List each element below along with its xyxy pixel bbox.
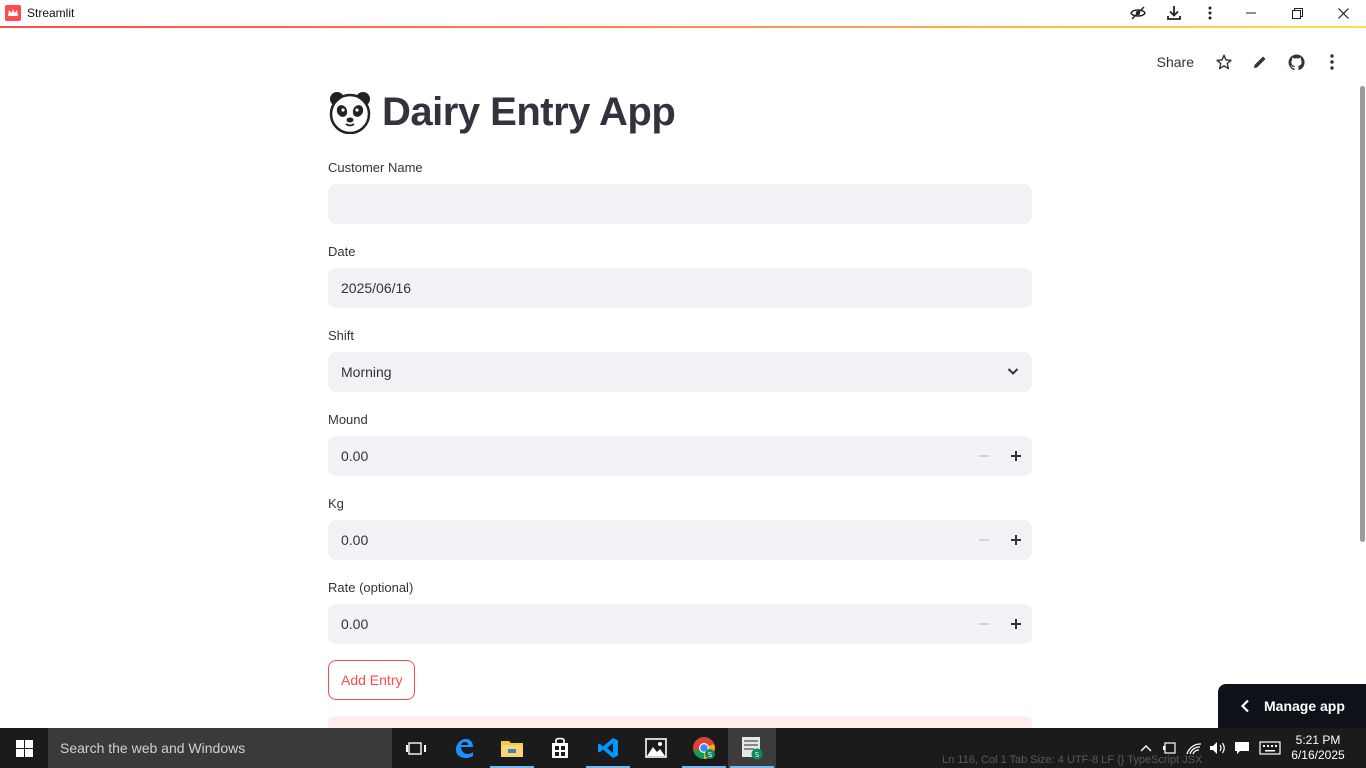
volume-icon[interactable]: [1206, 728, 1230, 768]
restore-button[interactable]: [1274, 0, 1320, 26]
page-title: Dairy Entry App: [328, 84, 1032, 140]
plus-icon: [1011, 535, 1021, 545]
star-icon[interactable]: [1208, 46, 1240, 78]
chrome-icon[interactable]: S: [680, 728, 728, 768]
file-explorer-icon[interactable]: [488, 728, 536, 768]
minus-icon: [979, 455, 989, 457]
rate-value: 0.00: [341, 616, 369, 632]
windows-start-button[interactable]: [0, 728, 48, 768]
shift-field: Shift Morning: [328, 328, 1032, 392]
plus-icon: [1011, 451, 1021, 461]
shift-select[interactable]: Morning: [328, 352, 1032, 392]
mound-decrement-button[interactable]: [968, 436, 1000, 476]
close-button[interactable]: [1320, 0, 1366, 26]
mound-stepper: [968, 436, 1032, 476]
rate-number-input[interactable]: 0.00: [328, 604, 1032, 644]
mound-value: 0.00: [341, 448, 369, 464]
taskbar-clock[interactable]: 5:21 PM 6/16/2025: [1286, 733, 1350, 763]
mound-label: Mound: [328, 412, 368, 427]
page-title-text: Dairy Entry App: [382, 89, 676, 134]
chevron-down-icon: [1007, 368, 1019, 375]
kg-field: Kg 0.00: [328, 496, 1032, 560]
wifi-icon[interactable]: [1182, 728, 1206, 768]
customer-name-label: Customer Name: [328, 160, 423, 175]
kg-stepper: [968, 520, 1032, 560]
download-icon[interactable]: [1156, 0, 1192, 26]
taskbar-search-box[interactable]: Search the web and Windows: [48, 728, 392, 768]
clock-date: 6/16/2025: [1291, 748, 1345, 762]
plus-icon: [1011, 619, 1021, 629]
taskbar-search-placeholder: Search the web and Windows: [60, 740, 246, 756]
kg-value: 0.00: [341, 532, 369, 548]
date-input[interactable]: 2025/06/16: [328, 268, 1032, 308]
kg-number-input[interactable]: 0.00: [328, 520, 1032, 560]
manage-app-label: Manage app: [1264, 698, 1345, 714]
scrollbar-thumb[interactable]: [1360, 86, 1365, 542]
task-view-icon[interactable]: [392, 728, 440, 768]
date-label: Date: [328, 244, 356, 259]
action-center-icon[interactable]: [1230, 728, 1254, 768]
system-tray: 5:21 PM 6/16/2025: [1134, 728, 1366, 768]
svg-text:S: S: [755, 751, 760, 759]
rate-decrement-button[interactable]: [968, 604, 1000, 644]
minus-icon: [979, 539, 989, 541]
rate-field: Rate (optional) 0.00: [328, 580, 1032, 644]
windows-logo-icon: [15, 739, 33, 757]
main-menu-icon[interactable]: [1316, 46, 1348, 78]
date-field: Date 2025/06/16: [328, 244, 1032, 308]
window-titlebar: Streamlit: [0, 0, 1366, 26]
rate-stepper: [968, 604, 1032, 644]
shift-label: Shift: [328, 328, 355, 343]
more-vertical-icon[interactable]: [1192, 0, 1228, 26]
photos-icon[interactable]: [632, 728, 680, 768]
clock-time: 5:21 PM: [1295, 733, 1341, 747]
github-icon[interactable]: [1280, 46, 1312, 78]
show-desktop-button[interactable]: [1350, 728, 1366, 768]
panda-emoji-icon: [329, 92, 371, 134]
svg-text:S: S: [708, 751, 713, 759]
keyboard-icon[interactable]: [1254, 728, 1286, 768]
window-title: Streamlit: [27, 6, 75, 20]
kg-decrement-button[interactable]: [968, 520, 1000, 560]
minimize-button[interactable]: [1228, 0, 1274, 26]
battery-icon[interactable]: [1158, 728, 1182, 768]
store-icon[interactable]: [536, 728, 584, 768]
main-content: Dairy Entry App: [328, 84, 1032, 140]
edge-browser-icon[interactable]: [440, 728, 488, 768]
rate-increment-button[interactable]: [1000, 604, 1032, 644]
date-value: 2025/06/16: [341, 280, 412, 296]
mound-field: Mound 0.00: [328, 412, 1032, 476]
streamlit-app-taskbar-icon[interactable]: S: [728, 728, 776, 768]
vscode-icon[interactable]: [584, 728, 632, 768]
mound-number-input[interactable]: 0.00: [328, 436, 1032, 476]
share-button[interactable]: Share: [1147, 54, 1204, 70]
edit-pencil-icon[interactable]: [1244, 46, 1276, 78]
chevron-left-icon: [1240, 699, 1250, 713]
header-decoration: [0, 26, 1366, 28]
alert-box: [328, 716, 1032, 728]
customer-name-field: Customer Name: [328, 160, 1032, 224]
customer-name-input-box[interactable]: [328, 184, 1032, 224]
manage-app-button[interactable]: Manage app: [1218, 684, 1366, 728]
minus-icon: [979, 623, 989, 625]
chevron-up-icon[interactable]: [1134, 728, 1158, 768]
streamlit-app-icon: [5, 5, 21, 21]
add-entry-button[interactable]: Add Entry: [328, 660, 416, 700]
streamlit-toolbar: Share: [1147, 46, 1348, 78]
kg-label: Kg: [328, 496, 344, 511]
mound-increment-button[interactable]: [1000, 436, 1032, 476]
shift-selected-value: Morning: [341, 364, 392, 380]
rate-label: Rate (optional): [328, 580, 414, 595]
customer-name-input[interactable]: [341, 196, 1032, 212]
kg-increment-button[interactable]: [1000, 520, 1032, 560]
hide-eye-icon[interactable]: [1120, 0, 1156, 26]
